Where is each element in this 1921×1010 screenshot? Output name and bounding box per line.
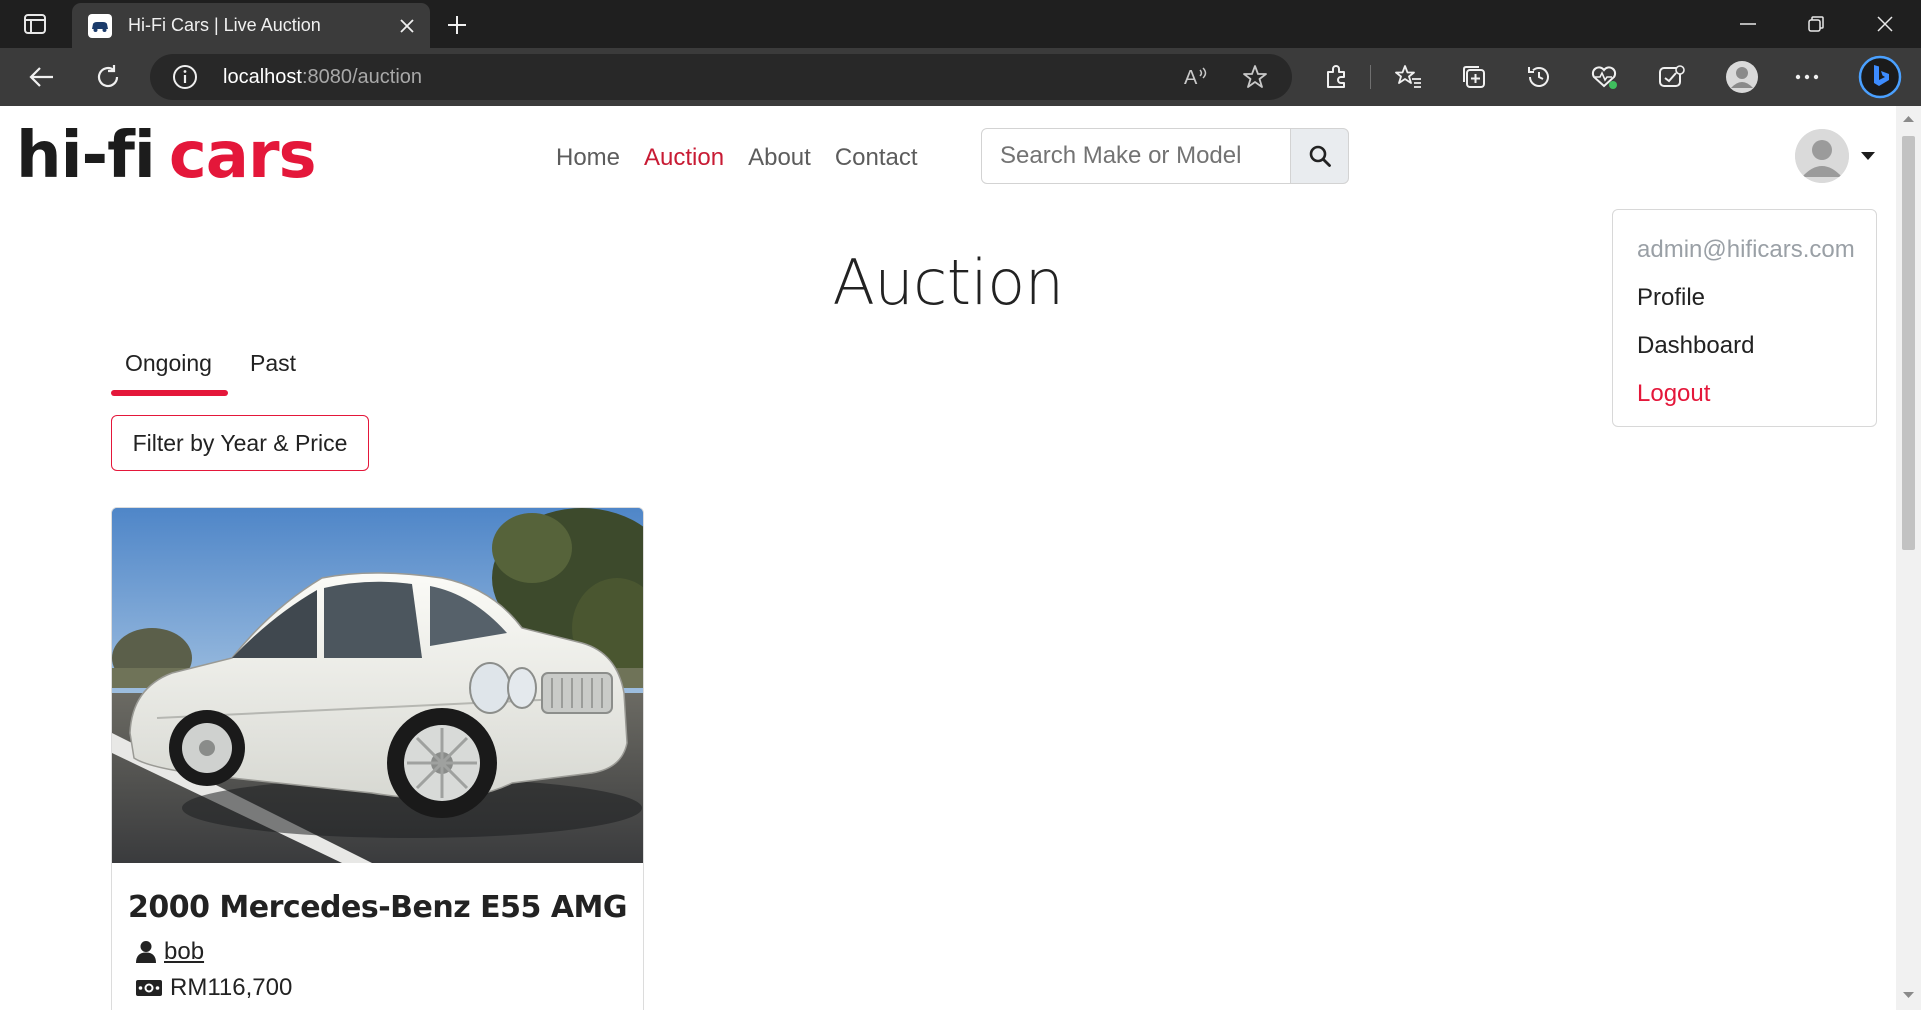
search-form (981, 128, 1349, 184)
listing-card[interactable]: 2000 Mercedes-Benz E55 AMG bob RM116,700 (111, 507, 644, 1010)
listing-price: RM116,700 (136, 974, 292, 1002)
money-bill-icon (136, 980, 162, 996)
seller-link[interactable]: bob (164, 938, 204, 966)
performance-icon[interactable] (1651, 58, 1691, 96)
svg-text:A: A (1184, 67, 1198, 89)
page-viewport: hi-ficars Home Auction About Contact adm… (0, 106, 1896, 1010)
restore-icon[interactable] (1782, 0, 1850, 48)
car-photo[interactable] (112, 508, 643, 863)
browser-toolbar: localhost:8080/auction A (0, 48, 1921, 106)
menu-item-logout[interactable]: Logout (1637, 380, 1710, 408)
main-nav: Home Auction About Contact (556, 144, 942, 172)
tab-ongoing[interactable]: Ongoing (125, 350, 212, 377)
url-text: localhost:8080/auction (223, 66, 422, 89)
active-tab-indicator (111, 390, 228, 396)
close-window-icon[interactable] (1851, 0, 1919, 48)
url-host: localhost (223, 66, 302, 88)
address-bar[interactable]: localhost:8080/auction A (150, 54, 1292, 100)
back-icon[interactable] (22, 58, 62, 96)
favorite-star-icon[interactable] (1242, 64, 1268, 95)
browser-essentials-icon[interactable] (1584, 58, 1624, 96)
logo-text-hifi: hi-fi (16, 119, 156, 193)
scroll-up-icon[interactable] (1902, 114, 1915, 124)
nav-home[interactable]: Home (556, 144, 620, 172)
nav-contact[interactable]: Contact (835, 144, 918, 172)
site-logo[interactable]: hi-fi cars (16, 124, 317, 188)
profile-avatar-icon[interactable] (1719, 54, 1765, 100)
search-button[interactable] (1290, 128, 1349, 184)
page-title: Auction (832, 246, 1064, 319)
search-icon (1309, 145, 1331, 167)
user-avatar-icon (1795, 129, 1849, 183)
tab-past[interactable]: Past (250, 350, 296, 377)
browser-tab-active[interactable]: Hi-Fi Cars | Live Auction (72, 3, 430, 48)
user-icon (136, 941, 156, 963)
scroll-down-icon[interactable] (1902, 990, 1915, 1000)
more-options-icon[interactable] (1787, 58, 1827, 96)
read-aloud-icon[interactable]: A (1183, 64, 1211, 95)
close-tab-icon[interactable] (390, 9, 424, 43)
nav-about[interactable]: About (748, 144, 811, 172)
listing-title[interactable]: 2000 Mercedes-Benz E55 AMG (112, 890, 643, 925)
collections-icon[interactable] (1454, 58, 1494, 96)
page-scrollbar[interactable] (1896, 106, 1921, 1010)
browser-tab-bar: Hi-Fi Cars | Live Auction (0, 0, 1921, 48)
new-tab-icon[interactable] (440, 8, 474, 42)
user-menu-toggle[interactable] (1795, 128, 1875, 184)
tab-actions-icon[interactable] (18, 10, 52, 38)
tab-title: Hi-Fi Cars | Live Auction (128, 15, 321, 35)
minimize-icon[interactable] (1714, 0, 1782, 48)
car-favicon-icon (88, 13, 112, 38)
site-info-icon[interactable] (172, 64, 198, 90)
logo-text-cars: cars (168, 119, 317, 193)
refresh-icon[interactable] (88, 58, 128, 96)
chevron-down-icon (1861, 152, 1875, 160)
scrollbar-thumb[interactable] (1902, 136, 1915, 550)
url-path: :8080/auction (301, 66, 423, 88)
extensions-icon[interactable] (1316, 58, 1356, 96)
nav-auction[interactable]: Auction (644, 144, 724, 172)
filter-button[interactable]: Filter by Year & Price (111, 415, 369, 471)
history-icon[interactable] (1519, 58, 1559, 96)
menu-item-dashboard[interactable]: Dashboard (1637, 332, 1754, 360)
listing-seller: bob (136, 938, 204, 966)
copilot-icon[interactable] (1855, 52, 1905, 102)
favorites-icon[interactable] (1388, 58, 1428, 96)
toolbar-separator (1370, 65, 1371, 89)
price-value: RM116,700 (170, 974, 293, 1001)
search-input[interactable] (981, 128, 1291, 184)
